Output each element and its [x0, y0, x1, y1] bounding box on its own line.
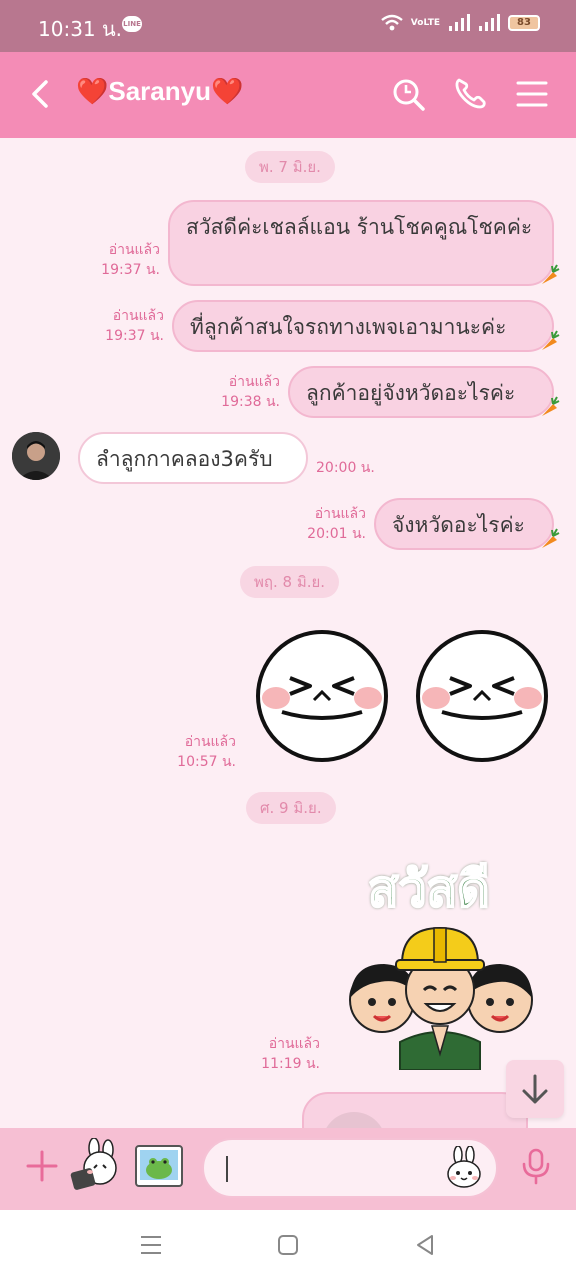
status-time: 10:31 น.: [38, 17, 123, 41]
date-separator: พฤ. 8 มิ.ย.: [240, 566, 340, 598]
message-time: 20:00 น.: [316, 460, 375, 476]
line-notification-icon: LINE: [122, 16, 142, 32]
date-separator: พ. 7 มิ.ย.: [245, 151, 335, 183]
arrow-down-icon: [522, 1074, 548, 1104]
message-meta: อ่านแล้ว 20:01 น.: [302, 504, 366, 544]
message-time: 19:37 น.: [101, 262, 160, 278]
message-time: 11:19 น.: [261, 1056, 320, 1072]
read-status: อ่านแล้ว: [112, 308, 164, 324]
read-status: อ่านแล้ว: [108, 242, 160, 258]
wifi-icon: [381, 14, 403, 31]
message-meta: อ่านแล้ว 10:57 น.: [176, 732, 236, 772]
system-icons: VoLTE 83: [381, 14, 540, 32]
system-nav-bar: [0, 1210, 576, 1280]
battery-icon: 83: [508, 15, 540, 31]
signal-icon: [449, 14, 470, 31]
sticker-bunny-button[interactable]: [68, 1138, 124, 1194]
message-bubble-outgoing[interactable]: สวัสดีค่ะเชลล์แอน ร้านโชคคูณโชคค่ะ: [168, 200, 554, 286]
chat-title: ❤️Saranyu❤️: [76, 76, 244, 106]
chat-area[interactable]: พ. 7 มิ.ย. อ่านแล้ว 19:37 น. สวัสดีค่ะเช…: [0, 138, 576, 1128]
greeting-sticker[interactable]: สวัสดี: [340, 850, 540, 1070]
chat-header: ❤️Saranyu❤️: [0, 52, 576, 138]
read-status: อ่านแล้ว: [268, 1036, 320, 1052]
read-status: อ่านแล้ว: [184, 734, 236, 750]
message-meta: อ่านแล้ว 19:37 น.: [96, 240, 160, 280]
mic-icon[interactable]: [516, 1146, 556, 1186]
status-bar: 10:31 น. LINE VoLTE 83: [0, 0, 576, 52]
read-status: อ่านแล้ว: [228, 374, 280, 390]
avatar[interactable]: [12, 432, 60, 480]
message-bubble-outgoing[interactable]: จังหวัดอะไรค่ะ: [374, 498, 554, 550]
plus-icon[interactable]: [22, 1146, 62, 1186]
message-time: 20:01 น.: [307, 526, 366, 542]
message-input[interactable]: [202, 1138, 498, 1198]
message-bubble-outgoing[interactable]: ลูกค้าอยู่จังหวัดอะไรค่ะ: [288, 366, 554, 418]
message-time: 19:37 น.: [105, 328, 164, 344]
search-icon[interactable]: [388, 74, 428, 114]
home-icon[interactable]: [273, 1230, 303, 1260]
message-time: 10:57 น.: [177, 754, 236, 770]
message-bubble-outgoing[interactable]: ที่ลูกค้าสนใจรถทางเพจเอามานะค่ะ: [172, 300, 554, 352]
message-bubble-partial[interactable]: [302, 1092, 528, 1128]
menu-icon[interactable]: [512, 74, 552, 114]
message-time: 19:38 น.: [221, 394, 280, 410]
link-preview-thumbnail: [322, 1112, 386, 1128]
carrot-icon: [542, 330, 560, 350]
back-nav-icon[interactable]: [410, 1230, 440, 1260]
back-arrow-icon[interactable]: [22, 74, 62, 114]
laughing-face-sticker[interactable]: [252, 628, 552, 764]
carrot-icon: [542, 264, 560, 284]
message-meta: อ่านแล้ว 19:37 น.: [100, 306, 164, 346]
phone-icon[interactable]: [450, 74, 490, 114]
message-meta: อ่านแล้ว 11:19 น.: [258, 1034, 320, 1074]
carrot-icon: [542, 396, 560, 416]
text-caret: [226, 1156, 228, 1182]
carrot-icon: [542, 528, 560, 548]
emoji-bunny-icon[interactable]: [442, 1146, 486, 1190]
read-status: อ่านแล้ว: [314, 506, 366, 522]
scroll-down-button[interactable]: [506, 1060, 564, 1118]
volte-icon: VoLTE: [410, 18, 440, 28]
signal-icon-2: [479, 14, 500, 31]
input-bar: [0, 1128, 576, 1210]
recent-apps-icon[interactable]: [136, 1230, 166, 1260]
date-separator: ศ. 9 มิ.ย.: [246, 792, 336, 824]
message-meta: อ่านแล้ว 19:38 น.: [216, 372, 280, 412]
message-bubble-incoming[interactable]: ลำลูกกาคลอง3ครับ: [78, 432, 308, 484]
sticker-frog-button[interactable]: [132, 1138, 188, 1194]
